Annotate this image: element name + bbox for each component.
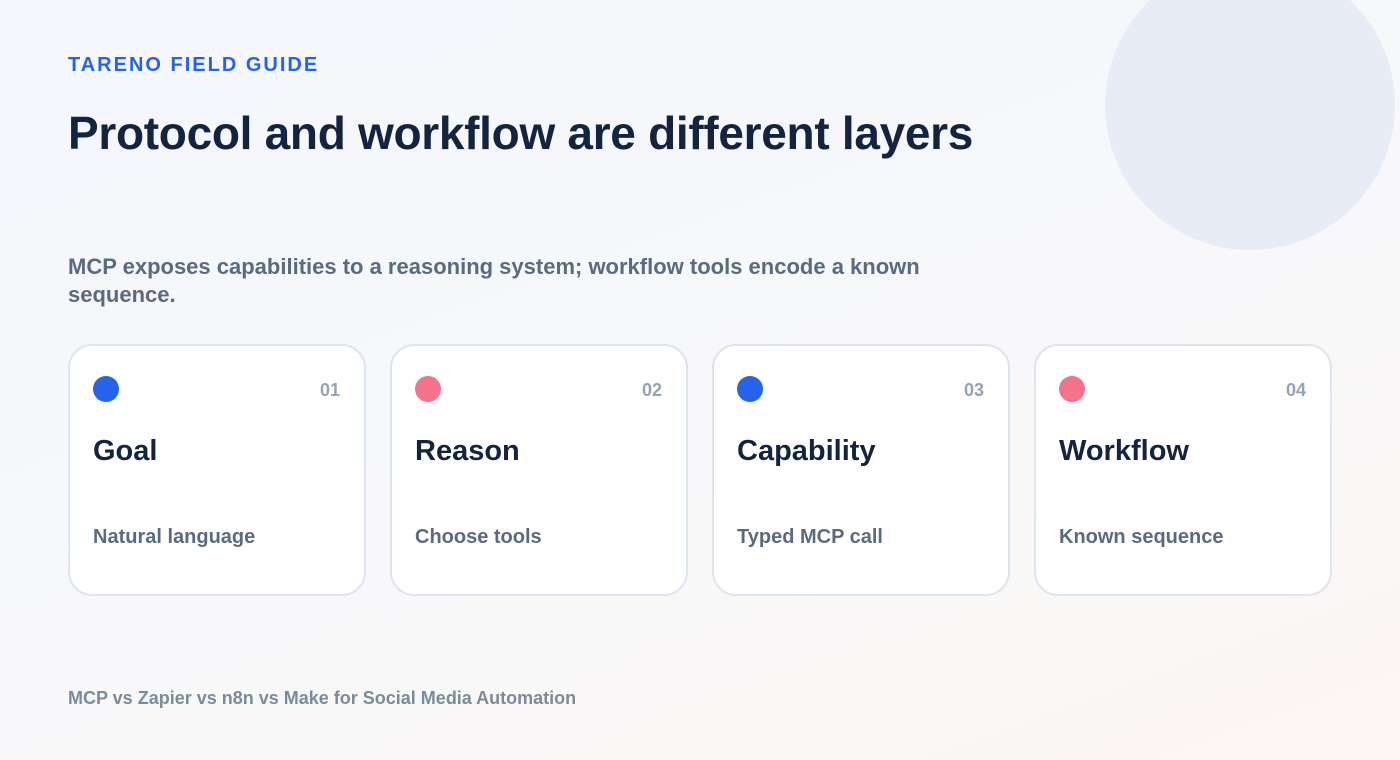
page-subtitle: MCP exposes capabilities to a reasoning … (68, 254, 920, 307)
card-title: Reason (415, 435, 520, 467)
card-workflow: 04 Workflow Known sequence (1034, 344, 1332, 596)
card-title: Goal (93, 435, 158, 467)
card-number: 02 (641, 380, 662, 400)
card-number: 04 (1285, 380, 1306, 400)
card-description: Choose tools (415, 526, 542, 548)
card-description: Typed MCP call (737, 526, 883, 548)
bullet-dot-icon (415, 376, 441, 402)
card-description: Natural language (93, 526, 256, 548)
card-reason: 02 Reason Choose tools (390, 344, 688, 596)
card-number: 01 (319, 380, 340, 400)
bullet-dot-icon (93, 376, 119, 402)
step-cards: 01 Goal Natural language 02 Reason Choos… (68, 344, 1332, 596)
card-number: 03 (963, 380, 984, 400)
eyebrow-label: TARENO FIELD GUIDE (68, 54, 320, 76)
page-title: Protocol and workflow are different laye… (68, 107, 974, 159)
card-title: Capability (737, 435, 876, 467)
bullet-dot-icon (737, 376, 763, 402)
footer-caption: MCP vs Zapier vs n8n vs Make for Social … (68, 688, 577, 708)
bullet-dot-icon (1059, 376, 1085, 402)
card-goal: 01 Goal Natural language (68, 344, 366, 596)
card-capability: 03 Capability Typed MCP call (712, 344, 1010, 596)
decorative-circle (1105, 0, 1395, 250)
card-title: Workflow (1059, 435, 1189, 467)
card-description: Known sequence (1059, 526, 1224, 548)
